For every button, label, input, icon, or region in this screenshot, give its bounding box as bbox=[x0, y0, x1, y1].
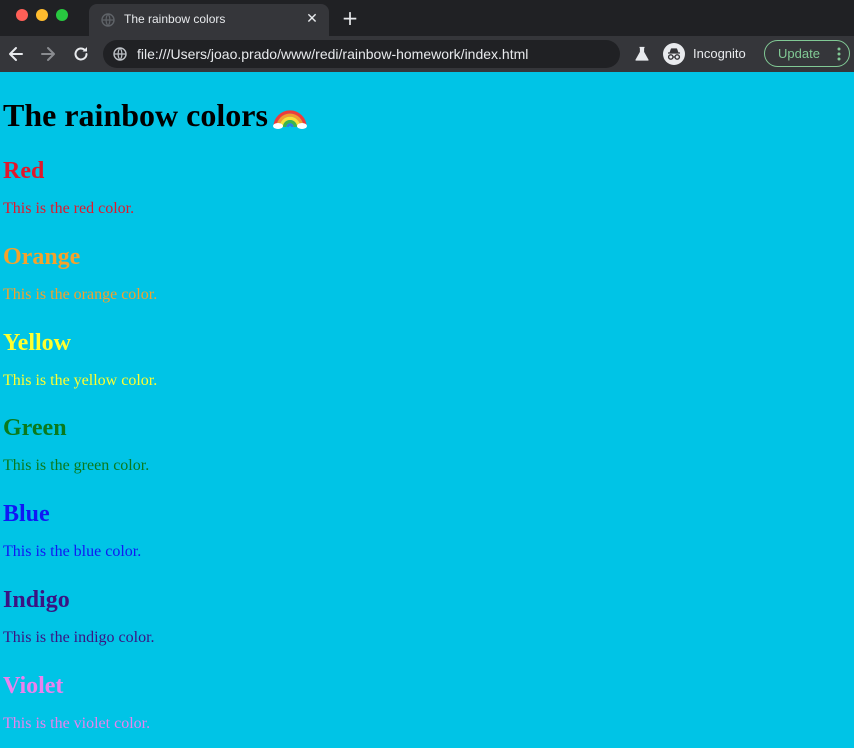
section-text: This is the violet color. bbox=[3, 715, 151, 732]
toolbar: file:///Users/joao.prado/www/redi/rainbo… bbox=[0, 36, 854, 72]
address-bar[interactable]: file:///Users/joao.prado/www/redi/rainbo… bbox=[103, 40, 620, 68]
tab-active[interactable]: The rainbow colors ✕ bbox=[89, 4, 329, 36]
browser-chrome: The rainbow colors ✕ + file:///Users/joa… bbox=[0, 0, 854, 72]
back-arrow-icon[interactable] bbox=[6, 44, 26, 64]
section-text: This is the yellow color. bbox=[3, 372, 158, 389]
section-yellow: Yellow This is the yellow color. bbox=[3, 329, 157, 389]
section-heading: Red bbox=[3, 158, 45, 184]
section-indigo: Indigo This is the indigo color. bbox=[3, 586, 155, 646]
section-red: Red This is the red color. bbox=[3, 157, 134, 217]
tab-strip: The rainbow colors ✕ + bbox=[0, 0, 854, 36]
window-zoom-button[interactable] bbox=[56, 9, 68, 21]
site-info-globe-icon[interactable] bbox=[113, 47, 127, 61]
section-heading: Indigo bbox=[3, 587, 70, 613]
section-heading: Orange bbox=[3, 244, 81, 270]
window-close-button[interactable] bbox=[16, 9, 28, 21]
section-text: This is the blue color. bbox=[3, 543, 142, 560]
update-button[interactable]: Update bbox=[764, 40, 850, 67]
section-green: Green This is the green color. bbox=[3, 414, 149, 474]
section-text: This is the green color. bbox=[3, 457, 150, 474]
section-text: This is the indigo color. bbox=[3, 629, 155, 646]
section-violet: Violet This is the violet color. bbox=[3, 672, 150, 732]
page-title: The rainbow colors bbox=[3, 96, 308, 134]
labs-flask-icon[interactable] bbox=[634, 46, 650, 62]
update-button-label: Update bbox=[778, 46, 820, 61]
section-orange: Orange This is the orange color. bbox=[3, 243, 157, 303]
incognito-icon[interactable] bbox=[663, 43, 685, 65]
url-text[interactable]: file:///Users/joao.prado/www/redi/rainbo… bbox=[137, 46, 528, 62]
section-heading: Blue bbox=[3, 501, 50, 527]
tab-close-icon[interactable]: ✕ bbox=[305, 12, 319, 26]
section-heading: Yellow bbox=[3, 330, 71, 356]
section-text: This is the red color. bbox=[3, 200, 135, 217]
kebab-menu-icon[interactable] bbox=[837, 47, 841, 61]
reload-icon[interactable] bbox=[71, 44, 91, 64]
new-tab-icon[interactable]: + bbox=[340, 8, 360, 29]
window-minimize-button[interactable] bbox=[36, 9, 48, 21]
incognito-label[interactable]: Incognito bbox=[693, 46, 746, 61]
section-heading: Green bbox=[3, 415, 67, 441]
tab-title: The rainbow colors bbox=[124, 12, 226, 26]
forward-arrow-icon[interactable] bbox=[38, 44, 58, 64]
globe-icon bbox=[101, 13, 115, 27]
page-title-text: The rainbow colors bbox=[3, 97, 268, 133]
section-heading: Violet bbox=[3, 673, 64, 699]
section-text: This is the orange color. bbox=[3, 286, 158, 303]
section-blue: Blue This is the blue color. bbox=[3, 500, 141, 560]
rainbow-emoji-icon bbox=[272, 110, 307, 129]
